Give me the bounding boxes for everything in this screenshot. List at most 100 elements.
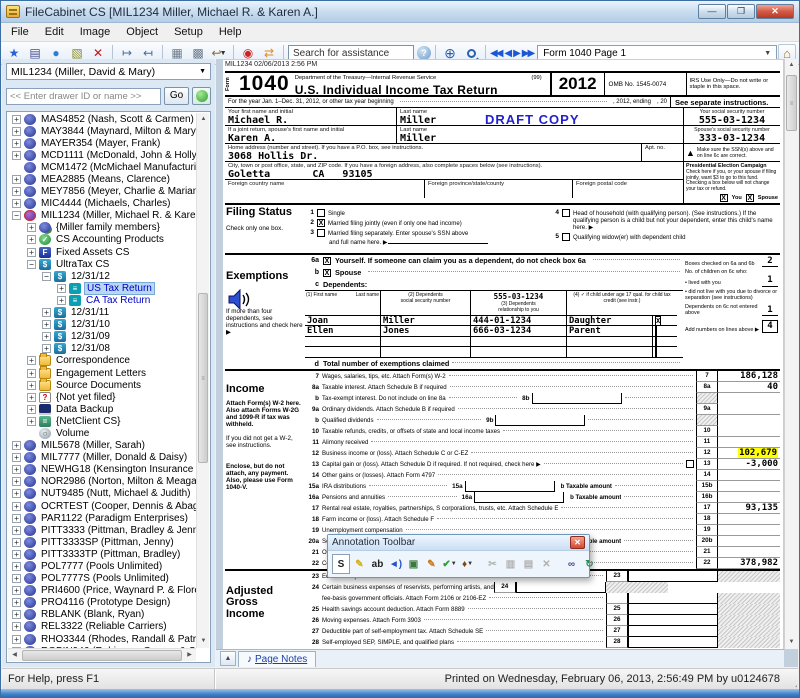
expand-icon[interactable]: +	[12, 598, 21, 607]
expand-icon[interactable]: +	[12, 477, 21, 486]
tree-item[interactable]: +MAS4852 (Nash, Scott & Carmen)	[8, 113, 196, 125]
chevron-down-icon[interactable]: ▼	[451, 561, 457, 567]
highlighter-icon[interactable]: ✎	[351, 554, 368, 574]
refresh-drawer-icon[interactable]	[192, 87, 211, 105]
scrollbar-thumb[interactable]: ≡	[198, 293, 208, 463]
scroll-left-icon[interactable]: ◀	[8, 649, 21, 662]
tree-item[interactable]: +MIL5678 (Miller, Sarah)	[8, 440, 196, 452]
tree-item[interactable]: ○Volume	[8, 427, 196, 439]
tree-item[interactable]: +MEY7856 (Meyer, Charlie & Marianne)	[8, 186, 196, 198]
tree-item[interactable]: +Source Documents	[8, 379, 196, 391]
expand-icon[interactable]: +	[12, 489, 21, 498]
expand-icon[interactable]: +	[12, 586, 21, 595]
tree-item[interactable]: −$12/31/12	[8, 270, 196, 282]
collapse-notes-icon[interactable]: ▲	[220, 651, 236, 666]
scroll-down-icon[interactable]: ▼	[197, 635, 210, 648]
tree-item[interactable]: +MIL7777 (Miller, Donald & Daisy)	[8, 452, 196, 464]
tree-item[interactable]: +PITT3333SP (Pittman, Jenny)	[8, 536, 196, 548]
tree-item[interactable]: +$12/31/09	[8, 331, 196, 343]
expand-icon[interactable]: +	[12, 453, 21, 462]
chevron-down-icon[interactable]: ▼	[220, 50, 227, 57]
scrollbar-thumb[interactable]: ≡	[786, 75, 797, 131]
expand-icon[interactable]: +	[12, 465, 21, 474]
tree-item[interactable]: +Correspondence	[8, 355, 196, 367]
tree-item[interactable]: +$12/31/08	[8, 343, 196, 355]
tree-item[interactable]: +$12/31/10	[8, 319, 196, 331]
expand-icon[interactable]: +	[42, 332, 51, 341]
previous-page-icon[interactable]: ◀	[504, 48, 510, 59]
tree-item[interactable]: +NUT9485 (Nutt, Michael & Judith)	[8, 488, 196, 500]
tree-item[interactable]: +$12/31/11	[8, 307, 196, 319]
tree-item[interactable]: +NEWHG18 (Kensington Insurance Group)	[8, 464, 196, 476]
tree-item[interactable]: +PRI4600 (Price, Waynard P. & Florence)	[8, 585, 196, 597]
help-icon[interactable]: ?	[417, 46, 431, 60]
tree-item[interactable]: +MIC4444 (Michaels, Charles)	[8, 198, 196, 210]
collapse-icon[interactable]: −	[27, 260, 36, 269]
tree-item[interactable]: +PAR1122 (Paradigm Enterprises)	[8, 512, 196, 524]
expand-icon[interactable]: +	[27, 405, 36, 414]
close-button[interactable]: ✕	[756, 4, 794, 19]
document-vscrollbar[interactable]: ▲ ≡ ▼	[784, 59, 798, 649]
paste-icon[interactable]: ▤	[520, 554, 537, 574]
expand-icon[interactable]: +	[57, 296, 66, 305]
tree-item[interactable]: +PITT3333 (Pittman, Bradley & Jenny)	[8, 524, 196, 536]
last-page-icon[interactable]: ▶▶	[522, 48, 533, 59]
menu-file[interactable]: File	[3, 24, 37, 40]
tree-vscrollbar[interactable]: ▲ ≡ ▼	[196, 113, 209, 648]
tree-item[interactable]: +MEA2885 (Means, Clarence)	[8, 173, 196, 185]
checkmark-annotation-icon[interactable]: ✔▼	[441, 554, 458, 574]
collapse-icon[interactable]: −	[12, 211, 21, 220]
tree-hscrollbar[interactable]: ◀ ▶	[8, 648, 196, 661]
expand-icon[interactable]: +	[27, 369, 36, 378]
refresh-annotations-icon[interactable]: ↻	[581, 554, 598, 574]
expand-icon[interactable]: +	[42, 344, 51, 353]
sound-annotation-icon[interactable]: ◄)	[387, 554, 404, 574]
tree-item[interactable]: +FFixed Assets CS	[8, 246, 196, 258]
tree-item[interactable]: +MAYER354 (Mayer, Frank)	[8, 137, 196, 149]
copy-icon[interactable]: ▥	[502, 554, 519, 574]
expand-icon[interactable]: +	[42, 308, 51, 317]
expand-icon[interactable]: +	[12, 199, 21, 208]
expand-icon[interactable]: +	[27, 417, 36, 426]
scroll-down-icon[interactable]: ▼	[785, 636, 798, 649]
expand-icon[interactable]: +	[12, 127, 21, 136]
tree-item[interactable]: +POL7777S (Pools Unlimited)	[8, 573, 196, 585]
expand-icon[interactable]: +	[27, 393, 36, 402]
text-annotation-icon[interactable]: ab	[369, 554, 386, 574]
expand-icon[interactable]: +	[12, 550, 21, 559]
chevron-down-icon[interactable]: ▼	[467, 561, 473, 567]
minimize-button[interactable]: —	[698, 4, 726, 19]
expand-icon[interactable]: +	[12, 526, 21, 535]
expand-icon[interactable]: +	[12, 187, 21, 196]
expand-icon[interactable]: +	[12, 514, 21, 523]
expand-icon[interactable]: +	[12, 115, 21, 124]
tree-item[interactable]: +Data Backup	[8, 403, 196, 415]
maximize-button[interactable]: ❐	[727, 4, 755, 19]
go-button[interactable]: Go	[164, 87, 189, 105]
tree-item[interactable]: +={NetClient CS}	[8, 415, 196, 427]
sound-annotation-icon[interactable]	[228, 289, 252, 315]
menu-image[interactable]: Image	[72, 24, 119, 40]
tree-item[interactable]: +≡CA Tax Return	[8, 294, 196, 306]
expand-icon[interactable]: +	[12, 502, 21, 511]
cut-icon[interactable]: ✂	[484, 554, 501, 574]
expand-icon[interactable]: +	[12, 175, 21, 184]
page-notes-tab[interactable]: ♪ Page Notes	[238, 651, 316, 667]
expand-icon[interactable]: +	[12, 441, 21, 450]
stamp-select-icon[interactable]: S	[332, 554, 350, 574]
stamp-annotation-icon[interactable]: ♦▼	[459, 554, 476, 574]
menu-edit[interactable]: Edit	[37, 24, 72, 40]
tree-item[interactable]: +PRO4116 (Prototype Design)	[8, 597, 196, 609]
expand-icon[interactable]: +	[12, 139, 21, 148]
tree-item[interactable]: +OCRTEST (Cooper, Dennis & Abagail)	[8, 500, 196, 512]
tree-item[interactable]: +RHO3344 (Rhodes, Randall & Patricia)	[8, 633, 196, 645]
menu-help[interactable]: Help	[211, 24, 250, 40]
expand-icon[interactable]: +	[27, 381, 36, 390]
expand-icon[interactable]: +	[12, 622, 21, 631]
tree-item[interactable]: +Engagement Letters	[8, 367, 196, 379]
expand-icon[interactable]: +	[27, 356, 36, 365]
tree-item[interactable]: +?{Not yet filed}	[8, 391, 196, 403]
find-annotation-icon[interactable]: ∞	[563, 554, 580, 574]
annotation-toolbar-titlebar[interactable]: Annotation Toolbar ✕	[328, 535, 589, 551]
tree-item[interactable]: −MIL1234 (Miller, Michael R. & Karen A.)	[8, 210, 196, 222]
